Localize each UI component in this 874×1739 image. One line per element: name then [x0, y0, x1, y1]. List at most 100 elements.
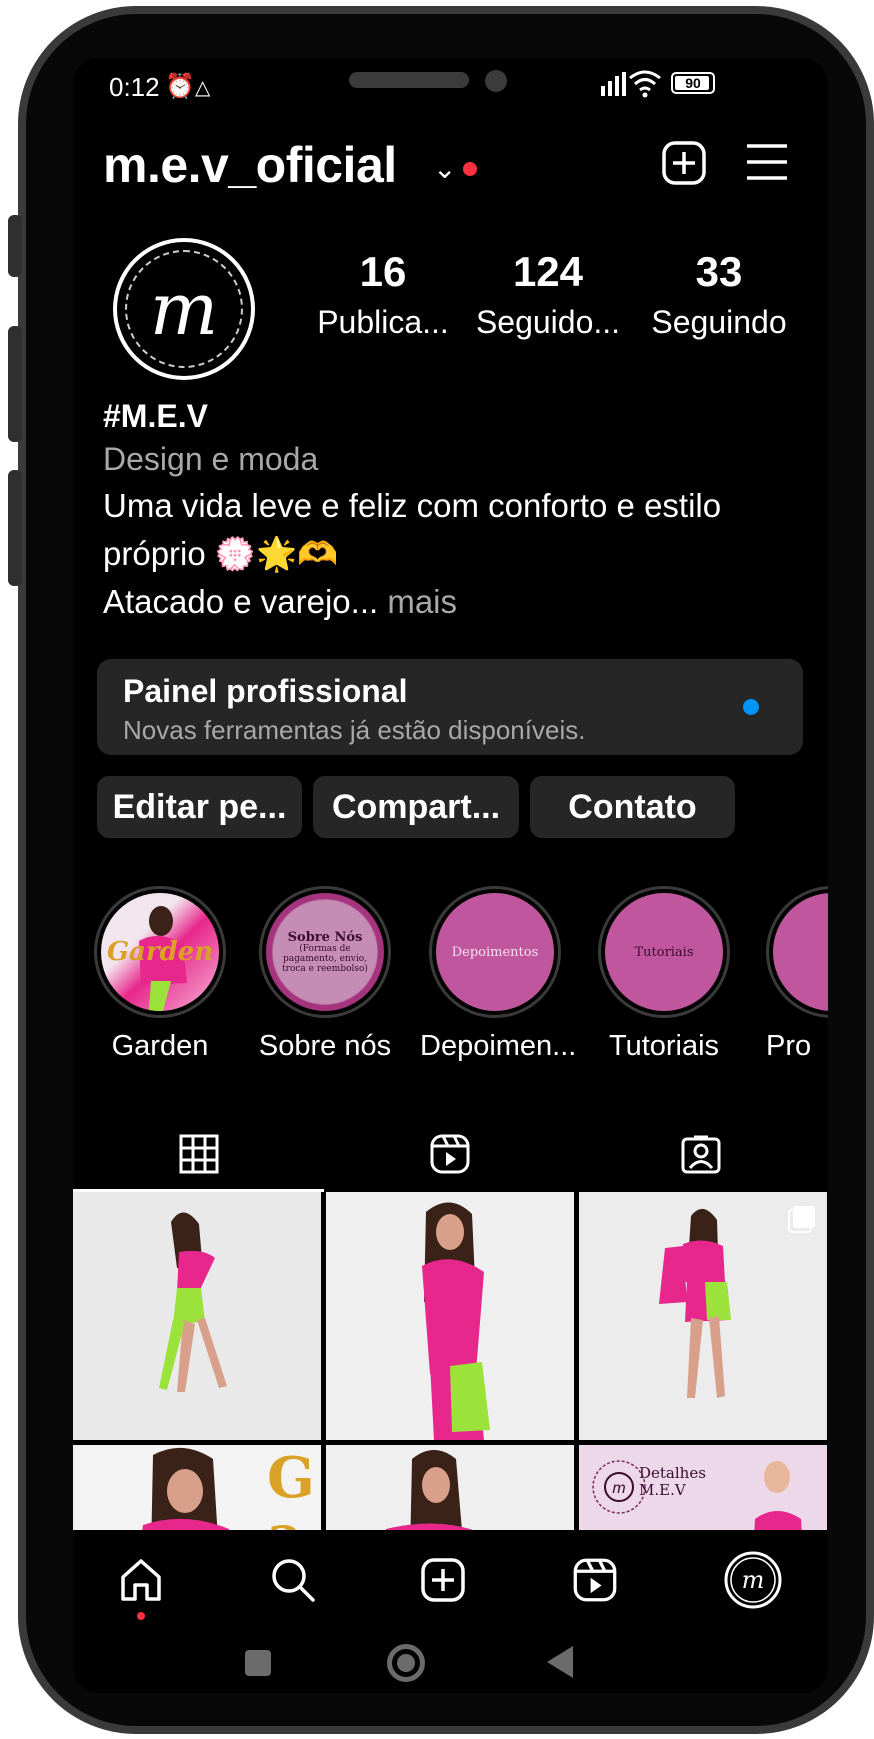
new-indicator-dot — [743, 699, 759, 715]
phone-volume-button — [8, 326, 22, 442]
highlight-cover-text: Sobre Nós — [287, 929, 363, 945]
bio-line: próprio 💮🌟🫶 — [103, 535, 339, 572]
highlight-cover-text: Tutoriais — [634, 944, 694, 960]
highlight-garden[interactable]: Garden Garden — [85, 886, 235, 1063]
post-overlay-text: Detalhes M.E.V — [639, 1464, 706, 1499]
post-thumbnail[interactable]: Ga — [73, 1445, 321, 1542]
model-photo-icon — [422, 1202, 490, 1440]
post-overlay-text: Ga — [267, 1445, 315, 1542]
nav-create[interactable] — [417, 1554, 469, 1606]
nav-search[interactable] — [267, 1554, 319, 1606]
profile-category: Design e moda — [103, 441, 319, 477]
post-thumbnail[interactable]: m Detalhes M.E.V — [579, 1445, 827, 1542]
home-button-icon[interactable] — [387, 1644, 425, 1682]
grid-icon — [179, 1134, 218, 1174]
stat-following-count: 33 — [695, 248, 743, 295]
notification-dot — [463, 162, 477, 176]
highlight-tutoriais[interactable]: Tutoriais Tutoriais — [589, 886, 739, 1063]
profile-name: #M.E.V — [103, 398, 208, 434]
profile-header: m.e.v_oficial ⌄ — [103, 126, 803, 206]
post-thumbnail[interactable] — [579, 1192, 827, 1440]
highlight-label: Pro — [766, 1030, 812, 1062]
stat-followers-count: 124 — [512, 248, 584, 295]
stat-posts[interactable]: 16 Publica... — [303, 248, 463, 341]
recent-apps-icon[interactable] — [245, 1650, 271, 1676]
panel-subtitle: Novas ferramentas já estão disponíveis. — [123, 715, 586, 745]
profile-tabs — [73, 1116, 828, 1192]
model-photo-icon — [385, 1450, 477, 1542]
status-bar: 0:12 ⏰ △ 90 — [73, 58, 828, 118]
signal-icon — [601, 72, 626, 96]
stat-followers[interactable]: 124 Seguido... — [468, 248, 628, 341]
tab-reels[interactable] — [324, 1116, 575, 1192]
highlight-label: Tutoriais — [608, 1030, 720, 1062]
system-navigation-bar — [73, 1630, 828, 1693]
reels-icon — [573, 1558, 617, 1602]
nav-home[interactable] — [115, 1554, 167, 1606]
highlight-label: Depoimen... — [420, 1030, 577, 1062]
highlight-pro[interactable]: Pr Pro — [757, 886, 828, 1063]
stat-followers-label: Seguido... — [475, 304, 621, 340]
tab-tagged[interactable] — [575, 1116, 826, 1192]
back-icon[interactable] — [545, 1644, 575, 1680]
speaker-grille — [349, 72, 469, 88]
username[interactable]: m.e.v_oficial — [103, 136, 397, 194]
status-time: 0:12 — [109, 72, 160, 102]
search-icon — [272, 1559, 315, 1602]
chevron-down-icon[interactable]: ⌄ — [433, 152, 456, 185]
highlight-depoimentos[interactable]: Depoimentos Depoimen... — [420, 886, 577, 1063]
stat-posts-label: Publica... — [317, 304, 449, 340]
front-camera — [485, 70, 507, 92]
highlight-cover-subtext: (Formas de pagamento, envio, troca e ree… — [282, 943, 368, 974]
notification-dot — [137, 1612, 145, 1620]
highlight-cover-text: Depoimentos — [451, 944, 539, 960]
bottom-navigation: m — [73, 1530, 828, 1630]
post-thumbnail[interactable] — [73, 1192, 321, 1440]
contact-button[interactable]: Contato — [530, 776, 735, 838]
highlight-label: Sobre nós — [258, 1030, 392, 1062]
bio-text: Atacado e varejo... — [103, 583, 379, 620]
post-thumbnail[interactable] — [326, 1445, 574, 1542]
profile-bio: #M.E.V Design e moda Uma vida leve e fel… — [103, 396, 803, 626]
highlight-cover: Sobre Nós (Formas de pagamento, envio, t… — [259, 886, 391, 1018]
nav-profile[interactable]: m — [723, 1550, 783, 1610]
highlight-cover-text: Garden — [106, 936, 214, 967]
professional-dashboard[interactable]: Painel profissional Novas ferramentas já… — [97, 659, 803, 755]
highlight-sobre-nos[interactable]: Sobre Nós (Formas de pagamento, envio, t… — [250, 886, 400, 1063]
bio-line: Uma vida leve e feliz com conforto e est… — [103, 487, 722, 524]
bio-line-truncated: Atacado e varejo... mais — [103, 578, 803, 626]
reels-icon — [430, 1134, 469, 1174]
create-post-icon — [421, 1558, 465, 1602]
phone-side-button — [8, 215, 22, 277]
svg-text:m: m — [612, 1480, 625, 1497]
camera-notch — [243, 58, 653, 118]
highlight-cover: Pr — [766, 886, 828, 1018]
share-profile-button[interactable]: Compart... — [313, 776, 519, 838]
create-post-icon[interactable] — [661, 140, 707, 186]
menu-icon[interactable] — [745, 140, 789, 184]
tagged-icon — [681, 1135, 720, 1174]
wifi-icon — [629, 70, 661, 98]
post-thumbnail[interactable] — [326, 1192, 574, 1440]
highlight-label: Garden — [111, 1030, 209, 1062]
home-icon — [121, 1559, 161, 1601]
edit-profile-button[interactable]: Editar pe... — [97, 776, 302, 838]
stat-following[interactable]: 33 Seguindo — [639, 248, 799, 341]
battery-level: 90 — [685, 75, 701, 91]
more-link[interactable]: mais — [378, 583, 457, 620]
tab-grid[interactable] — [73, 1116, 324, 1192]
highlight-cover: Tutoriais — [598, 886, 730, 1018]
svg-text:m: m — [742, 1566, 765, 1594]
posts-grid: Ga m Detalhes M.E.V — [73, 1192, 828, 1542]
phone-volume-button — [8, 470, 22, 586]
highlight-cover: Depoimentos — [429, 886, 561, 1018]
alarm-icon: ⏰ — [165, 73, 195, 100]
carousel-icon — [788, 1206, 815, 1233]
nav-reels[interactable] — [569, 1554, 621, 1606]
battery-icon: 90 — [671, 72, 715, 94]
profile-avatar[interactable]: m — [113, 238, 255, 380]
model-photo-icon — [159, 1212, 227, 1392]
profile-avatar-icon: m — [724, 1551, 782, 1609]
highlight-cover: Garden — [94, 886, 226, 1018]
panel-title: Painel profissional — [123, 673, 408, 709]
